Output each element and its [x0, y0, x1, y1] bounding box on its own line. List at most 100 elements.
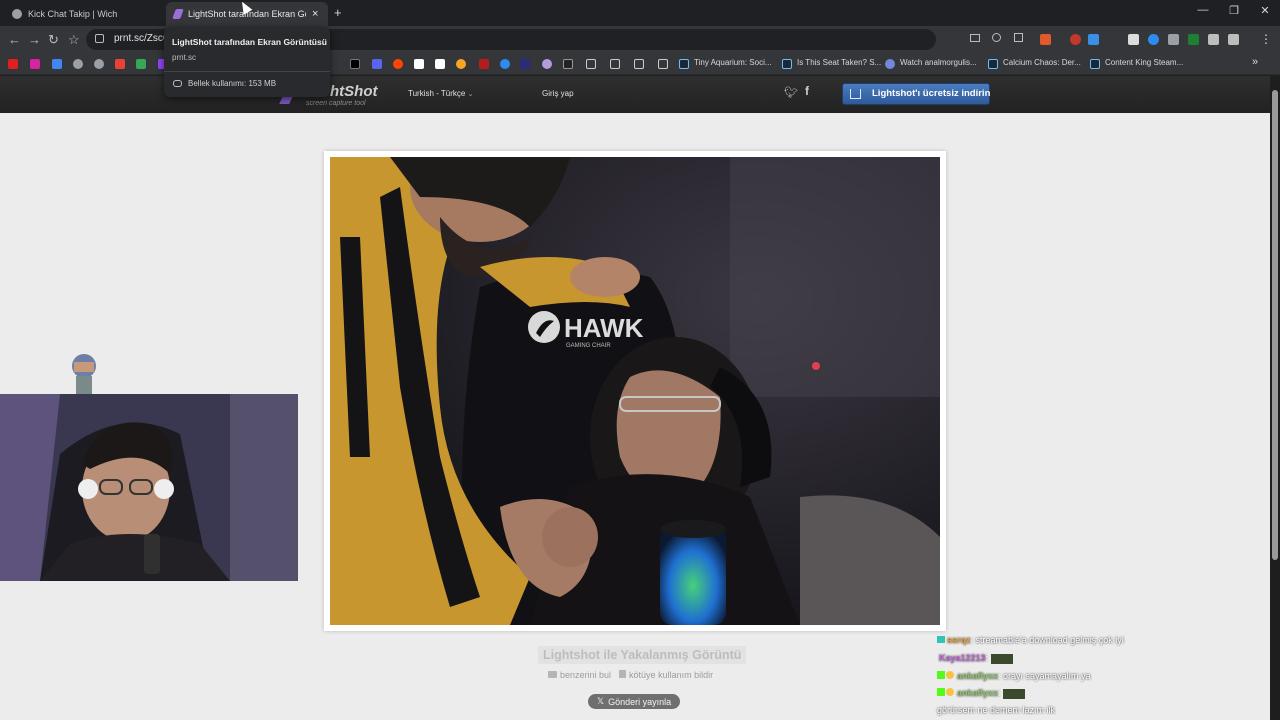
close-window-button[interactable]: ✕ — [1250, 4, 1280, 17]
chat-username: ssrqz — [947, 635, 971, 645]
lightshot-feather-icon — [172, 9, 184, 19]
chat-username: ankaflyxx — [957, 688, 999, 698]
chat-text: : orayı sayamayalım ya — [998, 671, 1091, 681]
youtube-icon[interactable] — [8, 59, 18, 69]
minimize-button[interactable]: — — [1188, 4, 1218, 16]
extension-icon[interactable] — [1128, 34, 1139, 45]
bookmark-star-button[interactable]: ☆ — [68, 32, 80, 48]
amazon-icon[interactable] — [435, 59, 445, 69]
extension-icon[interactable] — [1088, 34, 1099, 45]
ublock-icon[interactable] — [1070, 34, 1081, 45]
menu-icon[interactable]: ⋮ — [1260, 32, 1272, 46]
steam-icon[interactable] — [1090, 59, 1100, 69]
chat-emote-icon — [1003, 688, 1026, 699]
page-scrollbar[interactable] — [1270, 76, 1280, 720]
chat-text: : — [998, 688, 1001, 698]
back-button[interactable]: ← — [8, 32, 21, 47]
scrollbar-thumb[interactable] — [1272, 90, 1278, 560]
kick-badge-icon — [937, 671, 945, 679]
gmail-icon[interactable] — [115, 59, 125, 69]
maximize-button[interactable]: ❐ — [1219, 4, 1249, 17]
chat-username: ankaflyxx — [957, 671, 999, 681]
tab-title: Kick Chat Takip | Wich — [28, 9, 118, 19]
language-select[interactable]: Turkish - Türkçe ⌄ — [408, 89, 473, 98]
hover-card-title: LightShot tarafından Ekran Görüntüsü — [172, 37, 327, 47]
caption-actions: benzerini bul kötüye kullanım bildir — [548, 670, 713, 680]
bookmark-label[interactable]: Watch analmorgulis... — [900, 58, 977, 67]
find-similar-link[interactable]: benzerini bul — [548, 670, 611, 680]
steam-icon[interactable] — [679, 59, 689, 69]
flag-icon — [619, 670, 627, 678]
sidebar-icon[interactable] — [1228, 34, 1239, 45]
folder-icon[interactable] — [658, 59, 668, 69]
chat-message: ssrqz: streamable'a download gelmiş çok … — [937, 635, 1124, 645]
page-content: htShot screen capture tool Turkish - Tür… — [0, 76, 1270, 720]
share-icon[interactable] — [1014, 33, 1023, 42]
folder-icon[interactable] — [610, 59, 620, 69]
reddit-icon[interactable] — [393, 59, 403, 69]
post-button-label: Gönderi yayınla — [608, 696, 672, 707]
url-text[interactable]: prnt.sc/Zsc6 — [114, 33, 168, 44]
site-logo-subtitle: screen capture tool — [306, 100, 366, 107]
tab-strip: Kick Chat Takip | Wich LightShot tarafın… — [0, 0, 1280, 26]
excel-icon[interactable] — [1188, 34, 1199, 45]
x-icon[interactable] — [350, 59, 360, 69]
twitter-icon[interactable]: 🐦︎ — [784, 86, 798, 99]
folder-icon[interactable] — [586, 59, 596, 69]
bookmark-icon[interactable] — [500, 59, 510, 69]
chat-message: görürsem ne demem lazım ilk — [937, 705, 1055, 715]
folder-icon[interactable] — [634, 59, 644, 69]
bookmark-label[interactable]: Content King Steam... — [1105, 58, 1183, 67]
drive-icon[interactable] — [136, 59, 146, 69]
mal-icon[interactable] — [520, 59, 530, 69]
download-button[interactable]: Lightshot'ı ücretsiz indirin — [842, 83, 990, 105]
forward-button[interactable]: → — [28, 32, 41, 47]
language-label: Turkish - Türkçe — [408, 89, 466, 98]
zoom-icon[interactable] — [992, 33, 1001, 42]
tab-kick-chat[interactable]: Kick Chat Takip | Wich — [4, 2, 164, 26]
extension-icon[interactable] — [1148, 34, 1159, 45]
bookmarks-overflow-icon[interactable]: » — [1252, 56, 1258, 68]
bookmark-label[interactable]: Tiny Aquarium: Soci... — [694, 58, 772, 67]
extensions-puzzle-icon[interactable] — [1208, 34, 1219, 45]
bookmark-icon[interactable] — [542, 59, 552, 69]
chat-message: Kaya12213: — [939, 653, 1013, 664]
chat-text: görürsem ne demem lazım ilk — [937, 705, 1056, 715]
discord-icon[interactable] — [372, 59, 382, 69]
chair-brand-sub: GAMING CHAIR — [566, 343, 611, 349]
chat-message: ankaflyxx: — [937, 688, 1026, 699]
brave-shield-icon[interactable] — [1040, 34, 1051, 45]
translate-icon[interactable] — [52, 59, 62, 69]
bookmark-icon[interactable] — [456, 59, 466, 69]
chat-message: ankaflyxx: orayı sayamayalım ya — [937, 671, 1091, 681]
kick-badge-icon — [937, 688, 945, 696]
close-tab-icon[interactable]: × — [312, 8, 318, 20]
site-info-icon[interactable] — [95, 34, 104, 43]
cast-icon[interactable] — [970, 34, 980, 42]
bookmark-label[interactable]: Calcium Chaos: Der... — [1003, 58, 1081, 67]
globe-icon[interactable] — [73, 59, 83, 69]
bookmark-icon[interactable] — [885, 59, 895, 69]
facebook-icon[interactable]: f — [805, 84, 809, 98]
login-link[interactable]: Giriş yap — [542, 89, 574, 98]
chat-emote-icon — [990, 653, 1013, 664]
p-icon[interactable] — [414, 59, 424, 69]
reload-button[interactable]: ↻ — [48, 32, 59, 48]
instagram-icon[interactable] — [30, 59, 40, 69]
report-abuse-label: kötüye kullanım bildir — [629, 670, 714, 680]
bookmark-icon[interactable] — [479, 59, 489, 69]
steam-icon[interactable] — [988, 59, 998, 69]
bookmark-label[interactable]: Is This Seat Taken? S... — [797, 58, 881, 67]
site-logo[interactable]: htShot — [330, 83, 377, 100]
globe-icon[interactable] — [94, 59, 104, 69]
screenshot-photo-illustration: HAWK GAMING CHAIR — [330, 157, 940, 625]
screenshot-frame: HAWK GAMING CHAIR — [324, 151, 946, 631]
new-tab-button[interactable]: + — [334, 5, 342, 20]
memory-icon — [173, 80, 182, 87]
steam-icon[interactable] — [782, 59, 792, 69]
extension-icon[interactable] — [1168, 34, 1179, 45]
report-abuse-link[interactable]: kötüye kullanım bildir — [619, 670, 713, 680]
bookmark-icon[interactable] — [563, 59, 573, 69]
screenshot-image[interactable]: HAWK GAMING CHAIR — [330, 157, 940, 625]
post-button[interactable]: 𝕏 Gönderi yayınla — [588, 694, 680, 709]
